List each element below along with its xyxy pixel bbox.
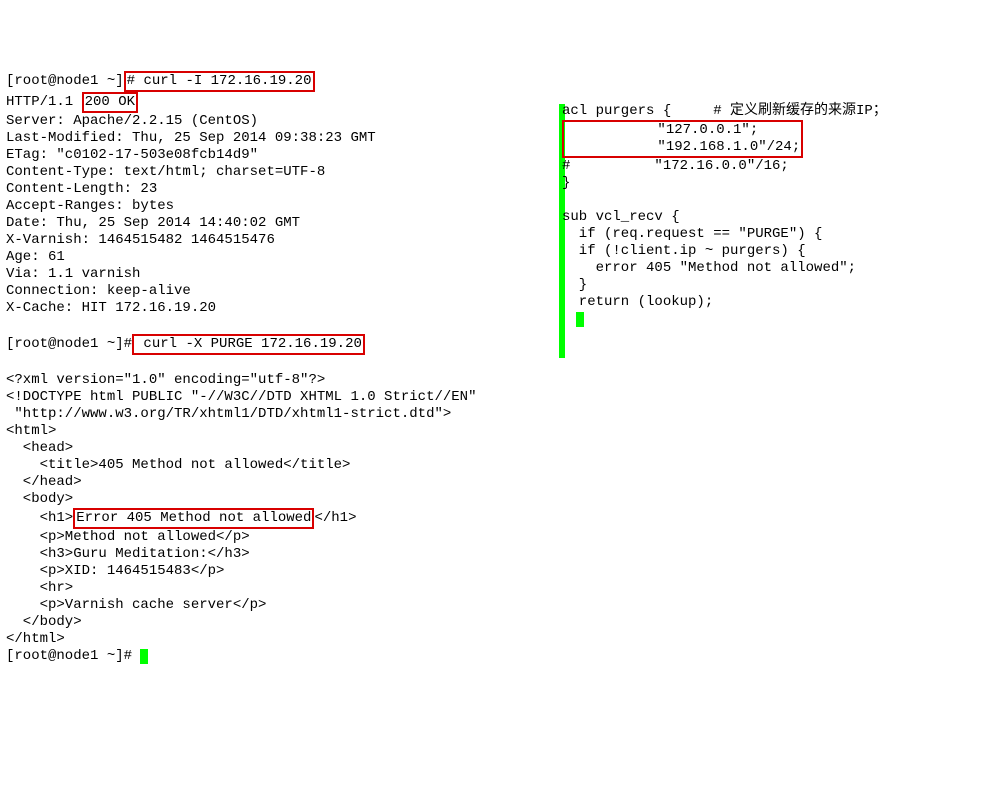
- header-line: Accept-Ranges: bytes: [6, 198, 174, 214]
- p-varnish-line: <p>Varnish cache server</p>: [6, 597, 266, 613]
- acl-ip-highlight: "127.0.0.1"; "192.168.1.0"/24;: [562, 120, 803, 158]
- cursor-icon: [140, 649, 148, 664]
- header-line: Content-Length: 23: [6, 181, 157, 197]
- purge-cmd-highlight: curl -X PURGE 172.16.19.20: [132, 334, 365, 355]
- brace-close: }: [562, 175, 570, 191]
- commented-line: # "172.16.0.0"/16;: [562, 158, 789, 174]
- acl-line: acl purgers { # 定义刷新缓存的来源IP；: [562, 103, 887, 119]
- right-config-pane: acl purgers { # 定义刷新缓存的来源IP； "127.0.0.1"…: [562, 103, 887, 328]
- header-line: Content-Type: text/html; charset=UTF-8: [6, 164, 325, 180]
- header-line: X-Varnish: 1464515482 1464515476: [6, 232, 275, 248]
- http-status-line: HTTP/1.1 200 OK: [6, 94, 138, 110]
- body-open: <body>: [6, 491, 73, 507]
- if-client-line: if (!client.ip ~ purgers) {: [562, 243, 806, 259]
- head-open: <head>: [6, 440, 73, 456]
- h1-line: <h1>Error 405 Method not allowed</h1>: [6, 510, 356, 526]
- p-line: <p>Method not allowed</p>: [6, 529, 250, 545]
- xml-declaration: <?xml version="1.0" encoding="utf-8"?>: [6, 372, 325, 388]
- hr-line: <hr>: [6, 580, 73, 596]
- title-line: <title>405 Method not allowed</title>: [6, 457, 350, 473]
- head-close: </head>: [6, 474, 82, 490]
- doctype-line: <!DOCTYPE html PUBLIC "-//W3C//DTD XHTML…: [6, 389, 476, 405]
- header-line: Connection: keep-alive: [6, 283, 191, 299]
- h3-line: <h3>Guru Meditation:</h3>: [6, 546, 250, 562]
- cursor-icon: [576, 312, 584, 327]
- prompt-line-1: [root@node1 ~]# curl -I 172.16.19.20: [6, 73, 315, 89]
- header-line: Via: 1.1 varnish: [6, 266, 140, 282]
- header-line: Server: Apache/2.2.15 (CentOS): [6, 113, 258, 129]
- header-line: ETag: "c0102-17-503e08fcb14d9": [6, 147, 258, 163]
- sub-vcl-recv: sub vcl_recv {: [562, 209, 680, 225]
- left-terminal: [root@node1 ~]# curl -I 172.16.19.20 HTT…: [6, 71, 476, 665]
- terminal-split-view: [root@node1 ~]# curl -I 172.16.19.20 HTT…: [6, 71, 1006, 721]
- html-close: </html>: [6, 631, 65, 647]
- header-line: X-Cache: HIT 172.16.19.20: [6, 300, 216, 316]
- inner-close: }: [562, 277, 587, 293]
- status-200-highlight: 200 OK: [82, 92, 138, 113]
- html-open: <html>: [6, 423, 56, 439]
- prompt-line-3: [root@node1 ~]#: [6, 648, 148, 664]
- doctype-line: "http://www.w3.org/TR/xhtml1/DTD/xhtml1-…: [6, 406, 451, 422]
- return-line: return (lookup);: [562, 294, 713, 310]
- header-line: Age: 61: [6, 249, 65, 265]
- header-line: Date: Thu, 25 Sep 2014 14:40:02 GMT: [6, 215, 300, 231]
- error-405-highlight: Error 405 Method not allowed: [73, 508, 314, 529]
- p-xid-line: <p>XID: 1464515483</p>: [6, 563, 224, 579]
- error-405-line: error 405 "Method not allowed";: [562, 260, 856, 276]
- prompt-line-2: [root@node1 ~]# curl -X PURGE 172.16.19.…: [6, 336, 365, 352]
- body-close: </body>: [6, 614, 82, 630]
- if-req-line: if (req.request == "PURGE") {: [562, 226, 822, 242]
- header-line: Last-Modified: Thu, 25 Sep 2014 09:38:23…: [6, 130, 376, 146]
